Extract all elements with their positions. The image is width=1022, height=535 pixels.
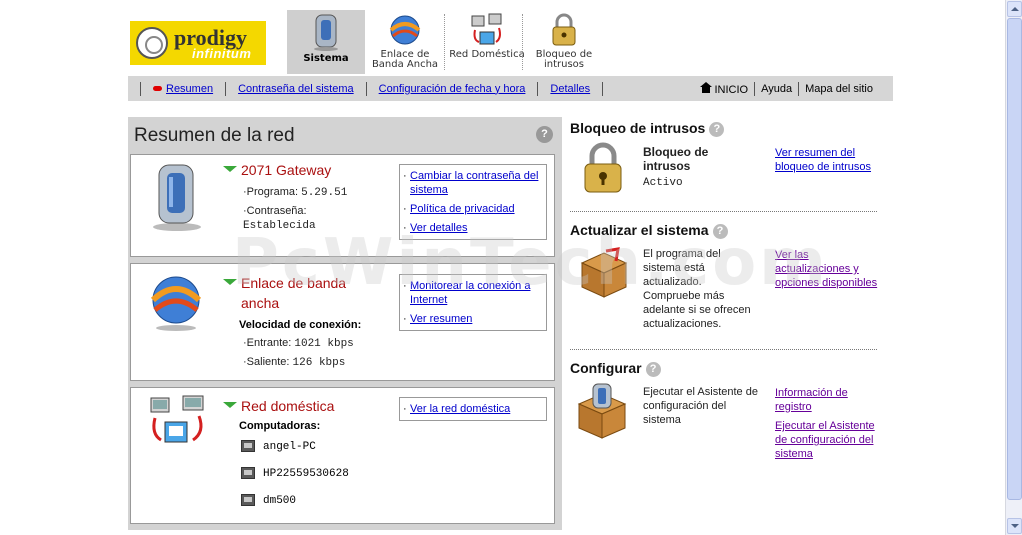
configure-text: Ejecutar el Asistente de configuración d… [643,386,758,426]
broadband-globe-large-icon [150,276,202,331]
secondary-menubar: Resumen Contraseña del sistema Configura… [128,76,893,101]
privacy-policy-link[interactable]: Política de privacidad [400,202,542,216]
gateway-card: 2071 Gateway ·Programa: 5.29.51 ·Contras… [130,154,555,257]
registration-info-link[interactable]: Información de registro [775,386,865,414]
speed-label: Velocidad de conexión: [239,319,362,331]
update-section-title: Actualizar el sistema? [570,222,728,239]
computer-item: HP22559530628 [241,467,349,480]
change-password-link[interactable]: Cambiar la contraseña del sistema [400,169,542,197]
program-version: ·Programa: 5.29.51 [243,186,348,199]
menu-fecha-hora[interactable]: Configuración de fecha y hora [379,83,526,95]
help-icon[interactable]: ? [645,361,661,377]
home-network-icon [471,13,502,45]
padlock-icon [552,13,576,46]
mapa-sitio-link[interactable]: Mapa del sitio [805,83,873,95]
intrusion-status: Activo [643,177,683,189]
network-summary-panel: Resumen de la red ? 2071 Gateway ·Progra… [128,117,562,530]
gateway-links: Cambiar la contraseña del sistema Políti… [399,164,547,240]
prodigy-logo: prodigy infinitum [130,21,266,65]
configure-section-title: Configurar? [570,360,661,377]
outbound-speed: ·Saliente: 126 kbps [243,356,346,369]
computer-icon [241,467,255,479]
broadband-card: Enlace de banda ancha Velocidad de conex… [130,263,555,381]
computer-icon [241,440,255,452]
setup-wizard-box-icon [577,383,627,439]
inbound-speed: ·Entrante: 1021 kbps [243,337,354,350]
tab-red-domestica[interactable]: Red Doméstica [448,10,526,74]
tab-sistema[interactable]: Sistema [287,10,365,74]
help-icon[interactable]: ? [712,223,728,239]
menu-detalles[interactable]: Detalles [550,83,590,95]
tab-enlace-label: Enlace de Banda Ancha [371,49,439,70]
run-setup-wizard-link[interactable]: Ejecutar el Asistente de configuración d… [775,419,885,461]
expand-arrow-icon [223,402,237,408]
scroll-up-button[interactable] [1007,1,1022,17]
inicio-link[interactable]: INICIO [699,81,748,96]
current-indicator-icon [153,86,162,92]
home-network-large-icon [150,395,204,443]
gateway-icon [314,14,338,51]
help-icon[interactable]: ? [536,126,553,143]
tab-red-label: Red Doméstica [449,49,525,60]
help-icon[interactable]: ? [709,121,725,137]
update-box-icon [580,247,628,298]
padlock-large-icon [584,142,622,193]
ayuda-link[interactable]: Ayuda [761,83,792,95]
password-status: Establecida [243,220,316,232]
gateway-device-icon [153,164,201,231]
expand-arrow-icon [223,166,237,172]
home-network-title: Red doméstica [241,398,335,414]
broadband-globe-icon [389,15,421,45]
intrusion-name: Bloqueo de intrusos [643,145,709,173]
view-details-link[interactable]: Ver detalles [400,221,542,235]
menu-contrasena[interactable]: Contraseña del sistema [238,83,354,95]
computer-icon [241,494,255,506]
tab-bloqueo-intrusos[interactable]: Bloqueo de intrusos [525,10,603,74]
vertical-scrollbar[interactable] [1005,0,1022,535]
menu-resumen[interactable]: Resumen [153,83,213,95]
scroll-down-button[interactable] [1007,518,1022,534]
gateway-title: 2071 Gateway [241,162,332,178]
view-summary-link[interactable]: Ver resumen [400,312,542,326]
home-network-links: Ver la red doméstica [399,397,547,421]
view-updates-link[interactable]: Ver las actualizaciones y opciones dispo… [775,248,883,290]
logo-sub-text: infinitum [192,46,252,61]
summary-title: Resumen de la red [134,125,295,146]
computer-item: dm500 [241,494,296,507]
scroll-thumb[interactable] [1007,18,1022,500]
home-icon [699,81,712,93]
intrusion-section-title: Bloqueo de intrusos? [570,120,725,137]
view-home-network-link[interactable]: Ver la red doméstica [400,402,542,416]
broadband-title: Enlace de banda ancha [241,275,347,311]
tab-sistema-label: Sistema [303,53,349,64]
monitor-connection-link[interactable]: Monitorear la conexión a Internet [400,279,542,307]
computers-label: Computadoras: [239,420,321,432]
update-status-text: El programa del sistema está actualizado… [643,248,751,330]
tab-bloqueo-label: Bloqueo de intrusos [535,49,593,70]
logo-mark-icon [136,27,168,59]
tab-enlace-banda-ancha[interactable]: Enlace de Banda Ancha [366,10,444,74]
broadband-links: Monitorear la conexión a Internet Ver re… [399,274,547,331]
password-label: ·Contraseña: [243,205,307,217]
home-network-card: Red doméstica Computadoras: angel-PC HP2… [130,387,555,524]
expand-arrow-icon [223,279,237,285]
intrusion-summary-link[interactable]: Ver resumen del bloqueo de intrusos [775,146,879,174]
computer-item: angel-PC [241,440,316,453]
